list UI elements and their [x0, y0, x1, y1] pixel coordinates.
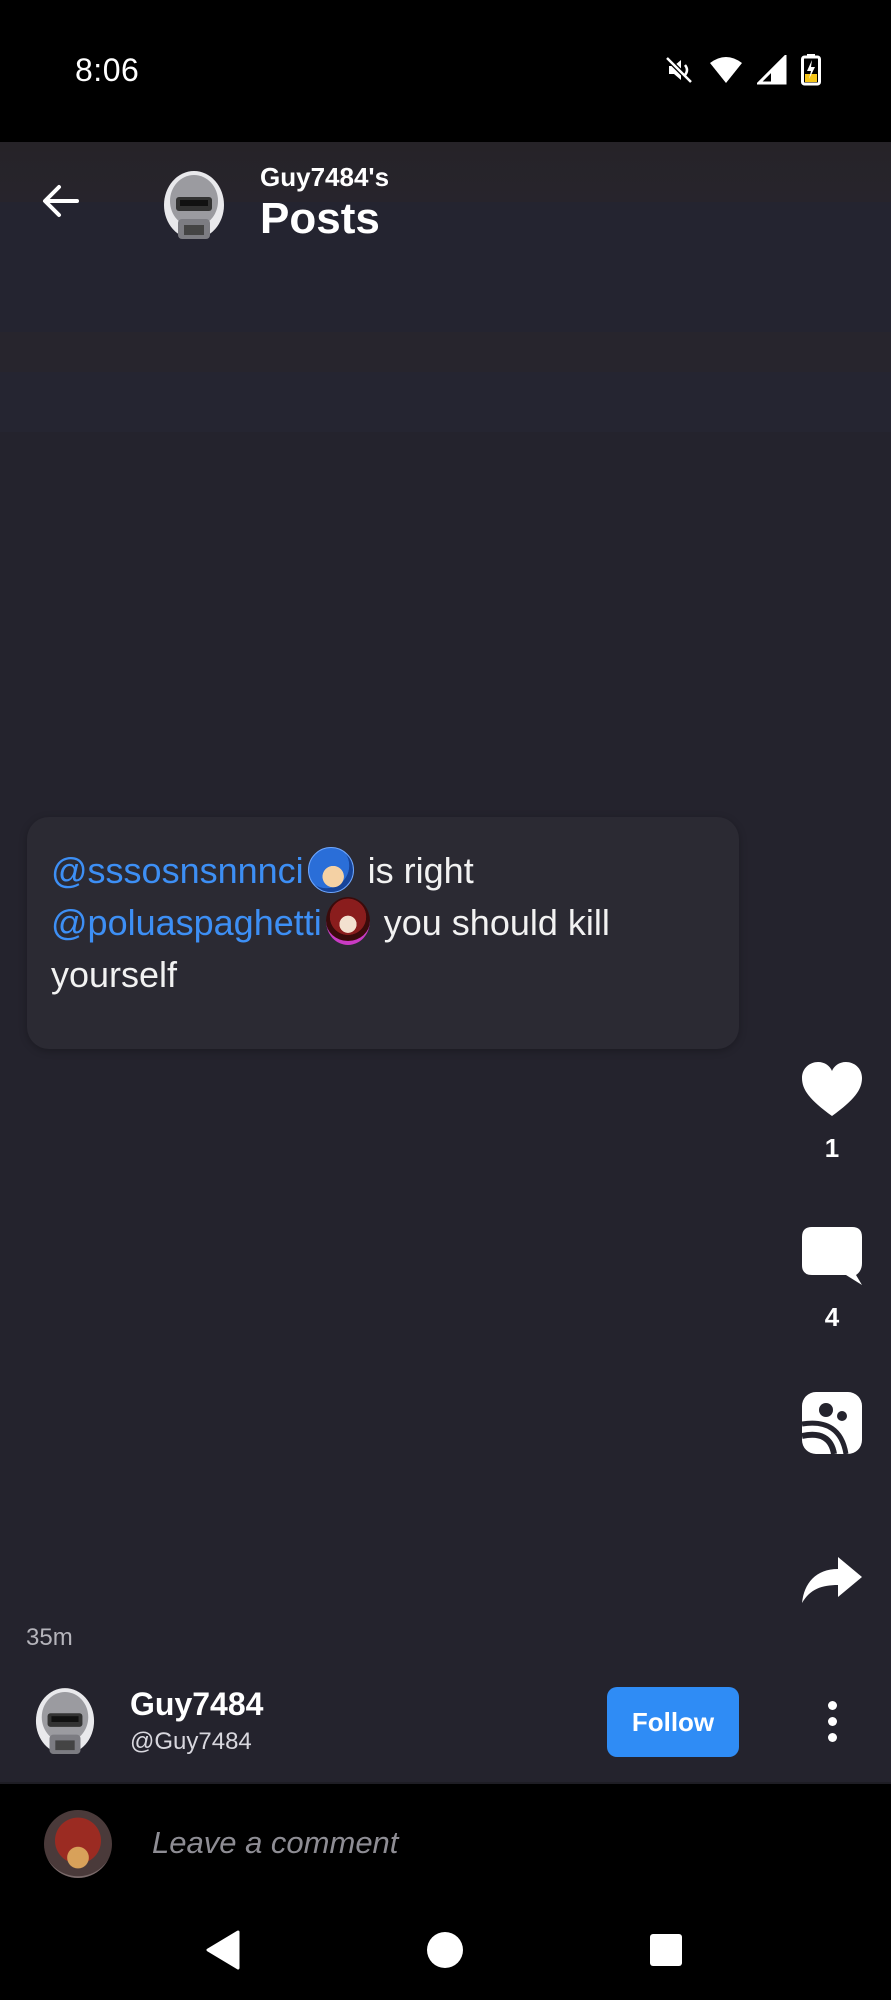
- post-timestamp: 35m: [26, 1624, 73, 1651]
- comment-count: 4: [824, 1302, 840, 1332]
- home-circle-icon: [427, 1932, 463, 1968]
- nav-back-button[interactable]: [198, 1925, 248, 1975]
- author-avatar[interactable]: [34, 1684, 96, 1760]
- like-button[interactable]: 1: [787, 1060, 877, 1164]
- dot: [827, 1732, 837, 1742]
- header-subtitle: Guy7484's: [260, 162, 390, 192]
- share-icon: [802, 1557, 862, 1603]
- mention-link[interactable]: @sssosnsnnnci: [51, 850, 304, 891]
- header-avatar[interactable]: [162, 169, 226, 243]
- status-icons: [663, 52, 821, 92]
- mention-link[interactable]: @poluaspaghetti: [51, 902, 322, 943]
- dot: [827, 1716, 837, 1726]
- comment-button[interactable]: 4: [787, 1225, 877, 1333]
- post-text: @sssosnsnnnci is right @poluaspaghetti y…: [51, 845, 731, 1001]
- duet-button[interactable]: [787, 1390, 877, 1461]
- share-button[interactable]: [787, 1555, 877, 1610]
- mention-avatar-icon: [325, 897, 370, 945]
- recents-square-icon: [650, 1934, 682, 1966]
- wifi-icon: [709, 55, 743, 90]
- page-title: Posts: [260, 194, 380, 243]
- author-name[interactable]: Guy7484: [130, 1686, 263, 1723]
- mute-icon: [663, 54, 695, 91]
- page-header: Guy7484's Posts: [0, 142, 891, 262]
- battery-charging-icon: [801, 53, 821, 91]
- duet-icon: [801, 1392, 862, 1455]
- dot: [827, 1700, 837, 1710]
- status-time: 8:06: [75, 52, 140, 88]
- current-user-avatar[interactable]: [44, 1810, 112, 1878]
- comment-bar: [0, 1782, 891, 1901]
- author-handle: @Guy7484: [130, 1728, 252, 1755]
- author-row: Guy7484 @Guy7484 Follow: [0, 1672, 891, 1782]
- like-count: 1: [824, 1133, 840, 1163]
- comment-input[interactable]: [150, 1812, 834, 1874]
- post-text-card: @sssosnsnnnci is right @poluaspaghetti y…: [27, 817, 739, 1049]
- post-text-segment: is right: [357, 850, 474, 891]
- follow-button[interactable]: Follow: [607, 1687, 739, 1757]
- nav-recents-button[interactable]: [641, 1925, 691, 1975]
- signal-icon: [755, 52, 787, 90]
- more-options-button[interactable]: [812, 1686, 852, 1756]
- comment-icon: [802, 1227, 862, 1285]
- back-triangle-icon: [206, 1930, 240, 1970]
- back-button[interactable]: [36, 176, 86, 226]
- mention-avatar-icon: [307, 847, 354, 893]
- back-arrow-icon: [43, 185, 79, 217]
- status-bar: 8:06: [0, 0, 891, 142]
- system-nav-bar: [0, 1899, 891, 2000]
- nav-home-button[interactable]: [420, 1925, 470, 1975]
- heart-icon: [802, 1062, 862, 1116]
